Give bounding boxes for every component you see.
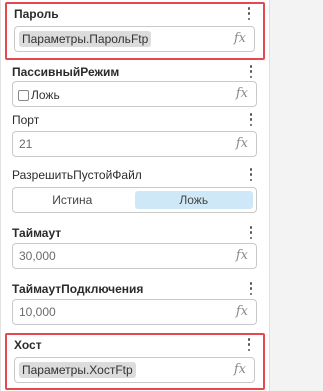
more-options-icon[interactable] [247,7,251,20]
toggle-option-true[interactable]: Истина [13,188,132,212]
more-options-icon[interactable] [249,168,253,181]
field-value: 21 [19,137,33,151]
checkbox-label: Ложь [31,88,60,102]
port-input[interactable]: 21 fx [12,131,257,157]
fx-icon[interactable]: fx [236,86,248,101]
property-host: Хост Параметры.ХостFtp fx [5,333,265,390]
property-label: ТаймаутПодключения [12,282,144,296]
more-options-icon[interactable] [247,338,251,351]
field-value: 10,000 [19,305,56,319]
host-field[interactable]: Параметры.ХостFtp fx [14,357,255,383]
property-label: Порт [12,113,40,127]
timeout-input[interactable]: 30,000 fx [12,243,257,269]
properties-panel: Пароль Параметры.ПарольFtp fx ПассивныйР… [0,0,269,391]
property-port: Порт 21 fx [5,110,265,160]
expression-chip: Параметры.ПарольFtp [19,31,152,47]
more-options-icon[interactable] [249,282,253,295]
fx-icon[interactable]: fx [234,31,246,46]
connection-timeout-input[interactable]: 10,000 fx [12,299,257,325]
property-label: Хост [14,338,42,352]
property-allow-empty-file: РазрешитьПустойФайл Истина Ложь [5,165,265,215]
more-options-icon[interactable] [249,226,253,239]
fx-icon[interactable]: fx [236,304,248,319]
property-password: Пароль Параметры.ПарольFtp fx [5,2,265,60]
property-label: Таймаут [12,226,62,240]
property-connection-timeout: ТаймаутПодключения 10,000 fx [5,279,265,329]
property-passive-mode: ПассивныйРежим Ложь fx [5,62,265,112]
allow-empty-file-toggle: Истина Ложь [12,187,257,213]
side-area [269,0,323,391]
property-label: ПассивныйРежим [12,65,120,79]
toggle-option-false[interactable]: Ложь [134,191,253,209]
fx-icon[interactable]: fx [236,136,248,151]
property-label: РазрешитьПустойФайл [12,168,142,182]
passive-mode-field: Ложь fx [12,81,257,107]
password-field[interactable]: Параметры.ПарольFtp fx [14,26,255,52]
field-value: 30,000 [19,249,56,263]
property-timeout: Таймаут 30,000 fx [5,223,265,273]
expression-chip: Параметры.ХостFtp [19,362,136,378]
more-options-icon[interactable] [249,113,253,126]
property-label: Пароль [14,7,59,21]
passive-mode-checkbox[interactable] [18,89,29,101]
fx-icon[interactable]: fx [236,248,248,263]
fx-icon[interactable]: fx [234,362,246,377]
more-options-icon[interactable] [249,65,253,78]
